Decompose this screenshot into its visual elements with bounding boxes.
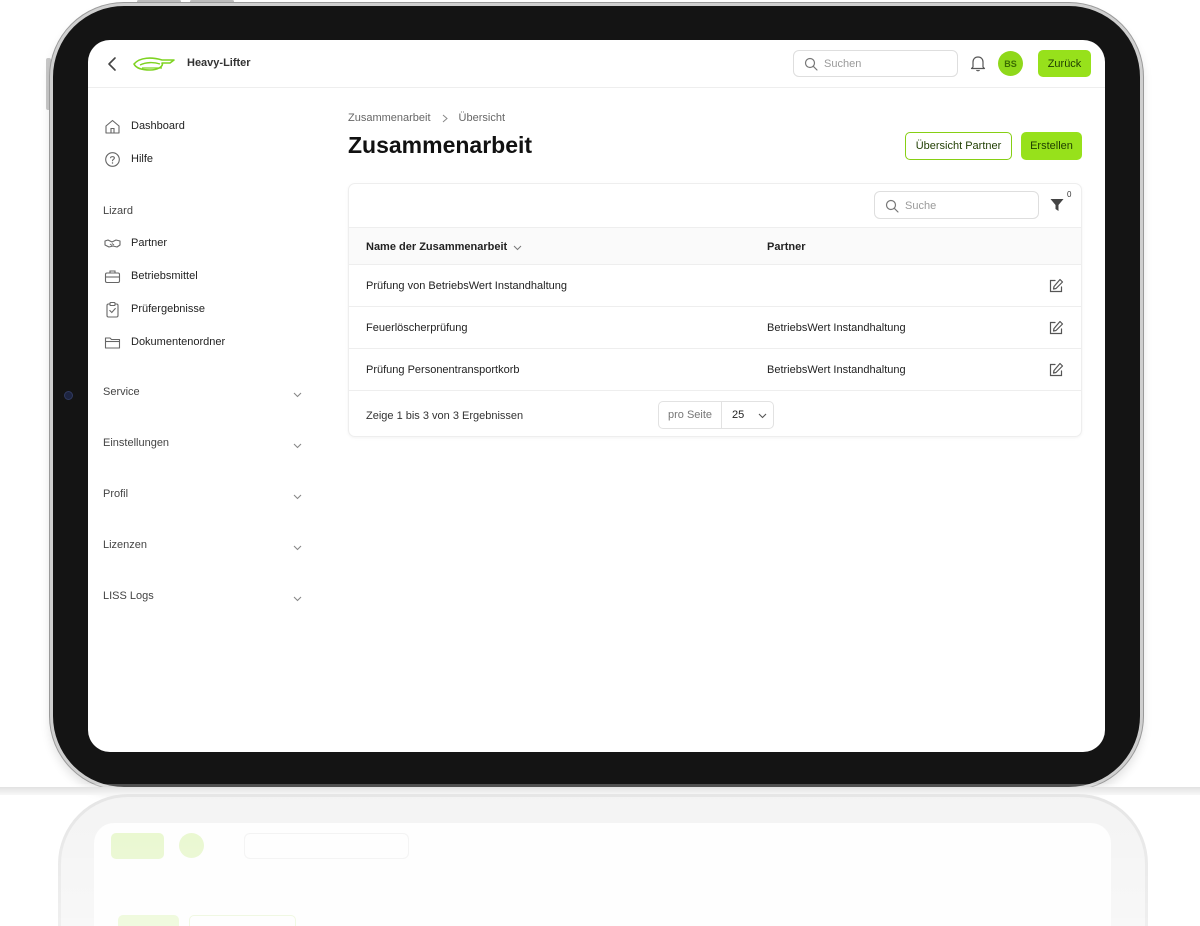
sidebar-item-label: Dashboard xyxy=(131,120,185,132)
brand-logo-icon xyxy=(133,57,175,71)
table-row[interactable]: Prüfung Personentransportkorb BetriebsWe… xyxy=(349,349,1081,391)
sidebar-section-profil[interactable]: Profil xyxy=(103,488,303,506)
filter-count-badge: 0 xyxy=(1067,190,1072,199)
chevron-down-icon xyxy=(293,596,302,602)
sidebar-item-dashboard[interactable]: Dashboard xyxy=(104,116,185,136)
search-icon xyxy=(804,57,818,71)
sidebar-section-label: Profil xyxy=(103,488,129,500)
chevron-down-icon xyxy=(293,545,302,551)
sidebar-section-service[interactable]: Service xyxy=(103,386,303,404)
avatar[interactable]: BS xyxy=(998,51,1023,76)
per-page-label: pro Seite xyxy=(659,402,722,428)
edit-icon[interactable] xyxy=(1048,278,1064,294)
cell-partner: BetriebsWert Instandhaltung xyxy=(767,322,906,334)
folder-icon xyxy=(104,336,121,349)
sidebar-item-betriebsmittel[interactable]: Betriebsmittel xyxy=(104,266,198,286)
global-search-input[interactable] xyxy=(824,55,952,73)
breadcrumb-item: Übersicht xyxy=(458,112,506,124)
bell-icon[interactable] xyxy=(970,55,986,72)
cell-name: Prüfung Personentransportkorb xyxy=(366,364,520,376)
chevron-down-icon xyxy=(293,443,302,449)
pagination-summary: Zeige 1 bis 3 von 3 Ergebnissen xyxy=(366,410,524,422)
brand-name: Heavy-Lifter xyxy=(187,57,251,69)
filter-icon[interactable] xyxy=(1050,198,1064,212)
collaboration-table-card: 0 Name der Zusammenarbeit Partner Prüfun… xyxy=(348,183,1082,437)
sidebar-item-label: Betriebsmittel xyxy=(131,270,198,282)
chevron-down-icon xyxy=(293,392,302,398)
table-search-input[interactable] xyxy=(905,197,1033,215)
camera-icon xyxy=(64,391,73,400)
table-header: Name der Zusammenarbeit Partner xyxy=(349,228,1081,265)
per-page-value-text: 25 xyxy=(732,409,745,421)
sidebar-item-label: Dokumentenordner xyxy=(131,336,226,348)
per-page-select[interactable]: pro Seite 25 xyxy=(658,401,774,429)
sidebar-section-einstellungen[interactable]: Einstellungen xyxy=(103,437,303,455)
reflection-search xyxy=(244,833,409,859)
sidebar-item-partner[interactable]: Partner xyxy=(104,233,167,253)
top-bar: Heavy-Lifter BS Zurück xyxy=(88,40,1105,88)
cell-name: Prüfung von BetriebsWert Instandhaltung xyxy=(366,280,567,292)
reflection-outline-button xyxy=(189,915,296,926)
reflection-button xyxy=(118,915,179,926)
column-header-partner: Partner xyxy=(767,241,806,253)
sidebar-section-label: Einstellungen xyxy=(103,437,170,449)
chevron-down-icon xyxy=(293,494,302,500)
create-button[interactable]: Erstellen xyxy=(1021,132,1082,160)
chevron-left-icon[interactable] xyxy=(104,55,122,73)
cell-name: Feuerlöscherprüfung xyxy=(366,322,468,334)
home-icon xyxy=(105,119,120,134)
sidebar-section-label: Lizenzen xyxy=(103,539,148,551)
sidebar-item-label: Partner xyxy=(131,237,168,249)
sidebar-item-dokumentenordner[interactable]: Dokumentenordner xyxy=(104,332,225,352)
sidebar-section-lizenzen[interactable]: Lizenzen xyxy=(103,539,303,557)
breadcrumb-item[interactable]: Zusammenarbeit xyxy=(348,112,431,124)
sort-chevron-down-icon xyxy=(513,245,522,250)
reflection-screen xyxy=(94,823,1111,926)
overview-partner-button[interactable]: Übersicht Partner xyxy=(905,132,1012,160)
sidebar-section-liss-logs[interactable]: LISS Logs xyxy=(103,590,303,608)
column-header-name[interactable]: Name der Zusammenarbeit xyxy=(366,241,522,253)
page-title: Zusammenarbeit xyxy=(348,132,533,158)
table-search[interactable] xyxy=(874,191,1039,219)
search-icon xyxy=(885,199,899,213)
reflection-avatar xyxy=(179,833,204,858)
cell-partner: BetriebsWert Instandhaltung xyxy=(767,364,906,376)
sidebar-section-label: Service xyxy=(103,386,140,398)
back-button[interactable]: Zurück xyxy=(1038,50,1091,77)
clipboard-check-icon xyxy=(106,301,119,318)
table-toolbar: 0 xyxy=(349,184,1081,228)
sidebar-item-label: Prüfergebnisse xyxy=(131,303,205,315)
reflection-button xyxy=(111,833,164,859)
column-header-label: Name der Zusammenarbeit xyxy=(366,241,508,253)
app-screen: Heavy-Lifter BS Zurück Dashboard Hilfe L… xyxy=(88,40,1105,752)
sidebar-item-help[interactable]: Hilfe xyxy=(104,149,153,169)
edit-icon[interactable] xyxy=(1048,320,1064,336)
per-page-value[interactable]: 25 xyxy=(722,402,773,428)
toolbox-icon xyxy=(104,269,121,283)
help-icon xyxy=(105,151,120,167)
sidebar-item-label: Hilfe xyxy=(131,153,154,165)
global-search[interactable] xyxy=(793,50,958,77)
table-row[interactable]: Prüfung von BetriebsWert Instandhaltung xyxy=(349,265,1081,307)
table-row[interactable]: Feuerlöscherprüfung BetriebsWert Instand… xyxy=(349,307,1081,349)
edit-icon[interactable] xyxy=(1048,362,1064,378)
sidebar-section-label: LISS Logs xyxy=(103,590,154,602)
chevron-down-icon xyxy=(758,413,767,418)
sidebar-group-label: Lizard xyxy=(103,205,133,217)
handshake-icon xyxy=(104,238,121,248)
breadcrumb: Zusammenarbeit Übersicht xyxy=(348,112,505,124)
sidebar-item-pruefergebnisse[interactable]: Prüfergebnisse xyxy=(104,299,205,319)
chevron-right-icon xyxy=(442,114,448,122)
device-reflection xyxy=(58,794,1148,926)
